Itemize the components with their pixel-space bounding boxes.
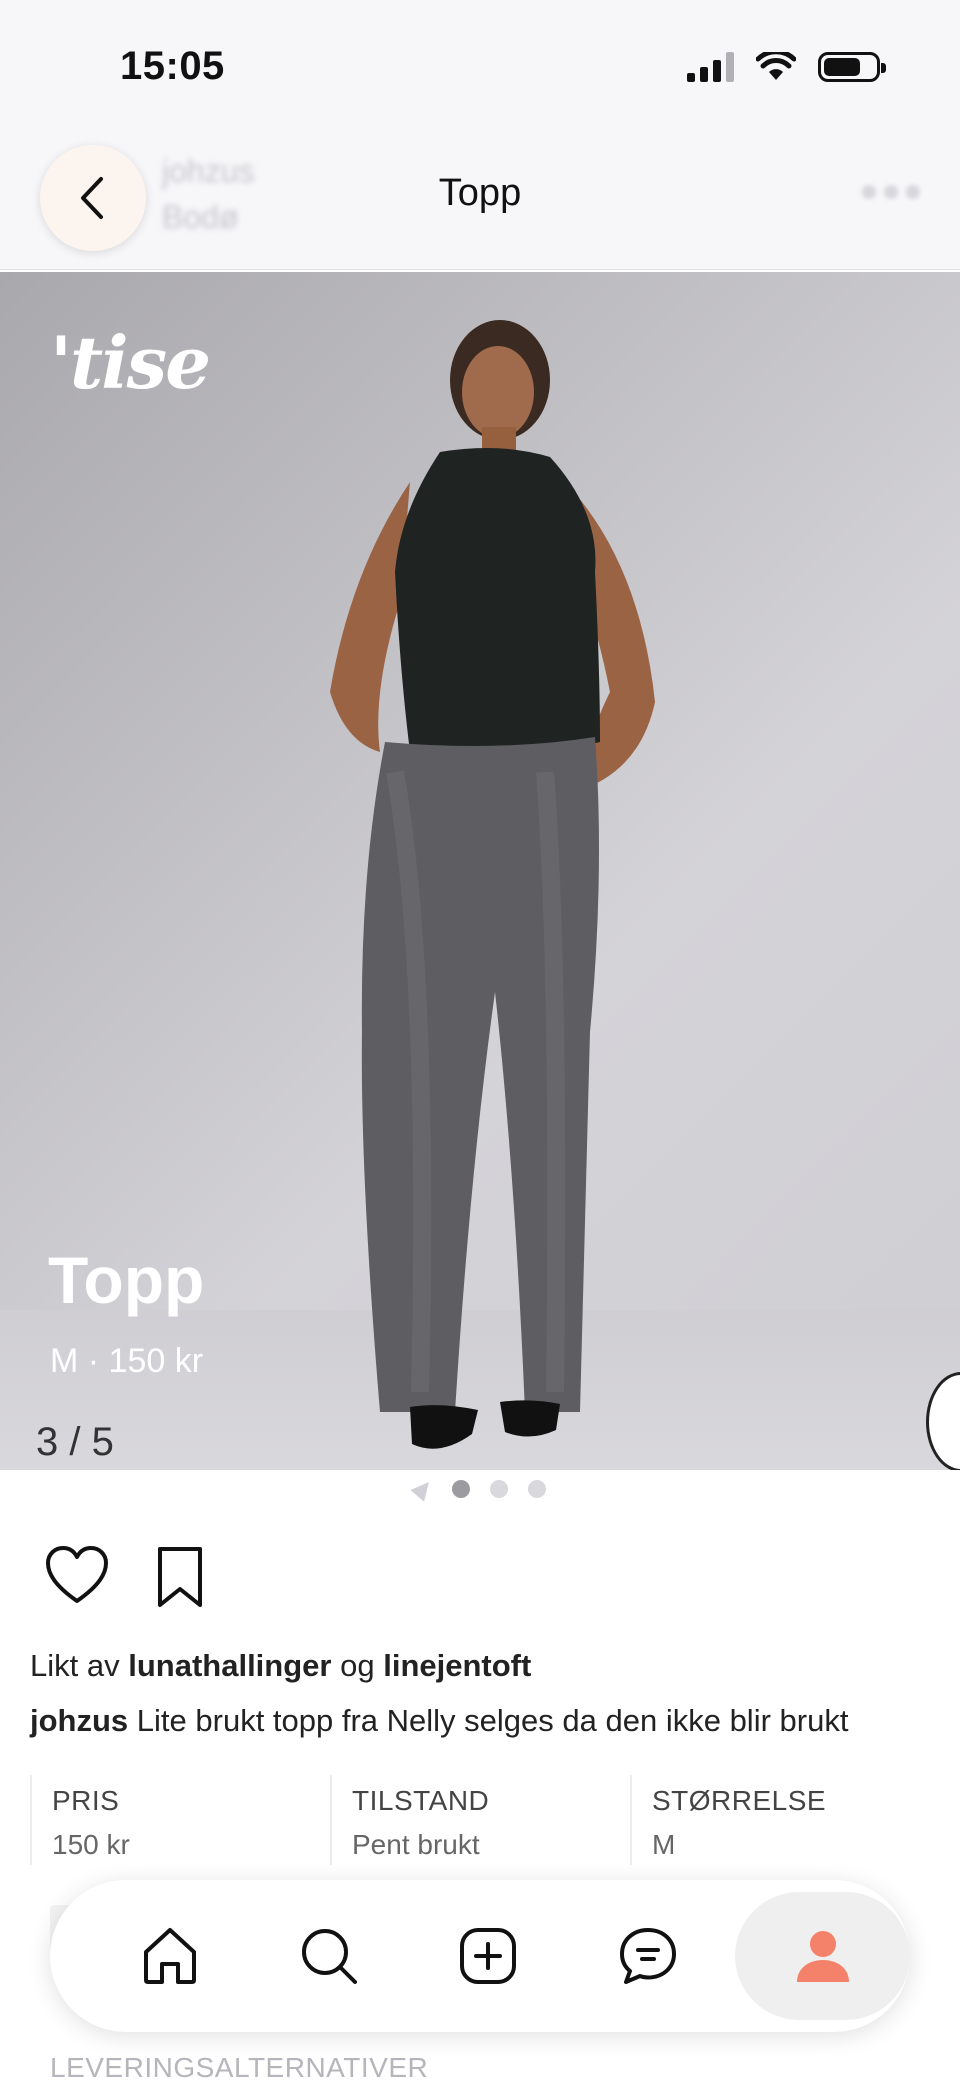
wifi-icon [756, 52, 796, 80]
chat-icon [619, 1928, 676, 1984]
delivery-section-label: LEVERINGSALTERNATIVER [50, 2052, 429, 2081]
product-image[interactable]: 'tise Topp M · 150 kr 3 / 5 [0, 272, 960, 1470]
listing-header: johzus Bodø Topp [0, 130, 960, 270]
caption-user-link[interactable]: johzus [30, 1703, 128, 1738]
image-counter: 3 / 5 [36, 1420, 114, 1464]
detail-label: TILSTAND [352, 1785, 490, 1816]
detail-size: STØRRELSE M [630, 1775, 930, 1865]
bookmark-icon[interactable] [152, 1545, 208, 1609]
tise-logo: 'tise [50, 320, 211, 405]
liked-user-link[interactable]: lunathallinger [128, 1648, 331, 1683]
pager-dot[interactable] [490, 1480, 508, 1498]
bottom-navigation [50, 1880, 911, 2032]
nav-search[interactable] [249, 1880, 408, 2032]
action-row [44, 1545, 208, 1609]
liked-by-text: Likt av lunathallinger og linejentoft [30, 1648, 531, 1684]
detail-condition: TILSTAND Pent brukt [330, 1775, 630, 1865]
battery-icon [818, 52, 886, 82]
detail-price: PRIS 150 kr [30, 1775, 330, 1865]
details-grid: PRIS 150 kr TILSTAND Pent brukt STØRRELS… [30, 1775, 930, 1865]
liked-user-link[interactable]: linejentoft [383, 1648, 531, 1683]
nav-profile[interactable] [735, 1892, 911, 2020]
detail-value: 150 kr [52, 1829, 130, 1860]
product-size-price-overlay: M · 150 kr [50, 1342, 204, 1380]
listing-caption: johzus Lite brukt topp fra Nelly selges … [30, 1703, 848, 1739]
image-pager [0, 1476, 960, 1502]
pager-dot[interactable] [452, 1480, 470, 1498]
product-title-overlay: Topp [48, 1243, 205, 1317]
nav-add[interactable] [409, 1880, 568, 2032]
profile-icon [796, 1931, 849, 1982]
home-icon [143, 1928, 196, 1984]
search-icon [301, 1929, 357, 1984]
more-options-icon[interactable] [862, 185, 920, 199]
status-time: 15:05 [120, 44, 225, 88]
detail-label: STØRRELSE [652, 1785, 827, 1816]
nav-messages[interactable] [568, 1880, 727, 2032]
nav-home[interactable] [90, 1880, 249, 2032]
page-title: Topp [438, 172, 522, 214]
liked-join: og [340, 1648, 375, 1683]
pager-dot[interactable] [528, 1480, 546, 1498]
location-arrow-icon [410, 1476, 436, 1502]
detail-label: PRIS [52, 1785, 120, 1816]
detail-value: Pent brukt [352, 1829, 480, 1860]
add-icon [460, 1928, 517, 1984]
status-icons [687, 52, 886, 82]
status-bar: 15:05 [0, 0, 960, 130]
heart-icon[interactable] [44, 1545, 110, 1607]
liked-prefix: Likt av [30, 1648, 120, 1683]
cellular-signal-icon [687, 52, 734, 82]
caption-text: Lite brukt topp fra Nelly selges da den … [136, 1703, 849, 1738]
detail-value: M [652, 1829, 676, 1860]
